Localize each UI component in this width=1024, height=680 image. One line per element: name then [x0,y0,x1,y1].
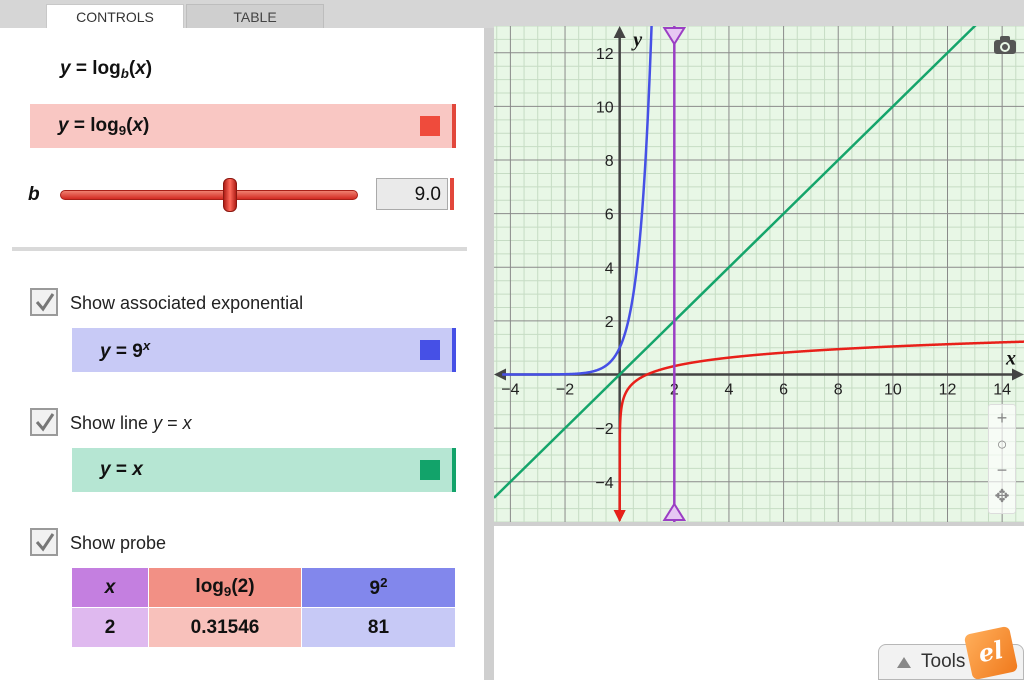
checkmark-icon [35,293,55,312]
line-y-equals-x [494,26,977,499]
x-tick-label: −2 [556,382,574,399]
checkmark-icon [35,413,55,432]
log-color-edge [452,104,456,148]
x-axis-label: x [1005,348,1016,370]
x-tick-label: −4 [501,382,519,399]
y-tick-label: 6 [605,207,614,224]
zoom-reset-icon[interactable]: ○ [989,431,1015,457]
probe-handle-bottom [662,502,687,521]
probe-header-row: x log9(2) 92 [71,567,456,608]
line-equation-bar: y = x [72,448,456,492]
y-axis-label: y [631,29,642,51]
probe-header-x: x [71,567,149,608]
zoom-controls: + ○ − ✥ [988,404,1016,514]
log-equation-text: y = log9(x) [58,114,150,138]
camera-icon-svg [994,36,1016,54]
tab-table[interactable]: TABLE [186,4,324,28]
exponential-equation-text: y = 9x [100,337,151,362]
exponential-checkbox-label: Show associated exponential [70,293,304,313]
line-color-edge [452,448,456,492]
probe-checkbox[interactable] [30,528,58,556]
tab-bar: CONTROLS TABLE [0,0,1024,28]
x-tick-label: 6 [779,382,788,399]
probe-value-x: 2 [71,607,149,648]
x-tick-label: 8 [834,382,843,399]
probe-handle-top [662,27,687,46]
zoom-in-icon[interactable]: + [989,405,1015,431]
y-axis-arrow-up [613,26,626,38]
probe-header-power: 92 [301,567,456,608]
log-equation-bar: y = log9(x) [30,104,456,148]
camera-icon[interactable] [992,34,1018,56]
probe-checkbox-label: Show probe [70,533,167,553]
x-axis-arrow-right [1012,368,1024,381]
x-tick-label: 12 [939,382,957,399]
b-value-edge [450,178,454,210]
tab-controls[interactable]: CONTROLS [46,4,184,28]
graph-area[interactable]: −4−22468101214−4−224681012xy [494,26,1024,522]
log-color-swatch[interactable] [420,116,440,136]
probe-value-row: 2 0.31546 81 [71,607,456,648]
b-slider-thumb[interactable] [222,178,237,212]
line-checkbox[interactable] [30,408,58,436]
probe-header-log: log9(2) [148,567,302,608]
y-tick-label: 10 [596,99,614,116]
tools-label: Tools [921,651,966,672]
x-tick-label: 10 [884,382,902,399]
exponential-equation-bar: y = 9x [72,328,456,372]
log-curve [618,340,1024,521]
exponential-color-swatch[interactable] [420,340,440,360]
exponential-color-edge [452,328,456,372]
b-value-input[interactable]: 9.0 [376,178,448,210]
panel-divider [484,28,494,680]
controls-panel: y = logb(x) y = log9(x) b 9.0 Show assoc… [0,28,484,680]
triangle-up-icon [897,656,911,668]
y-tick-label: 8 [605,153,614,170]
y-tick-label: 2 [605,314,614,331]
probe-value-power: 81 [301,607,456,648]
y-tick-label: −4 [595,475,613,492]
function-heading: y = logb(x) [60,58,153,81]
pan-icon[interactable]: ✥ [989,483,1015,509]
exponential-checkbox[interactable] [30,288,58,316]
x-tick-label: 4 [724,382,733,399]
y-tick-label: −2 [595,421,613,438]
b-slider-label: b [28,184,40,205]
probe-value-log: 0.31546 [148,607,302,648]
graph-svg[interactable]: −4−22468101214−4−224681012xy [494,26,1024,522]
zoom-out-icon[interactable]: − [989,457,1015,483]
y-tick-label: 12 [596,46,614,63]
b-slider-track[interactable] [60,190,358,200]
probe-table: x log9(2) 92 2 0.31546 81 [71,567,456,648]
checkmark-icon [35,533,55,552]
line-checkbox-label: Show line y = x [70,413,192,433]
y-tick-label: 4 [605,260,614,277]
line-equation-text: y = x [100,459,143,480]
x-tick-label: 14 [993,382,1011,399]
section-divider [12,247,467,251]
line-color-swatch[interactable] [420,460,440,480]
log-curve-arrow [613,510,626,522]
explorelearning-logo: el [963,625,1019,680]
